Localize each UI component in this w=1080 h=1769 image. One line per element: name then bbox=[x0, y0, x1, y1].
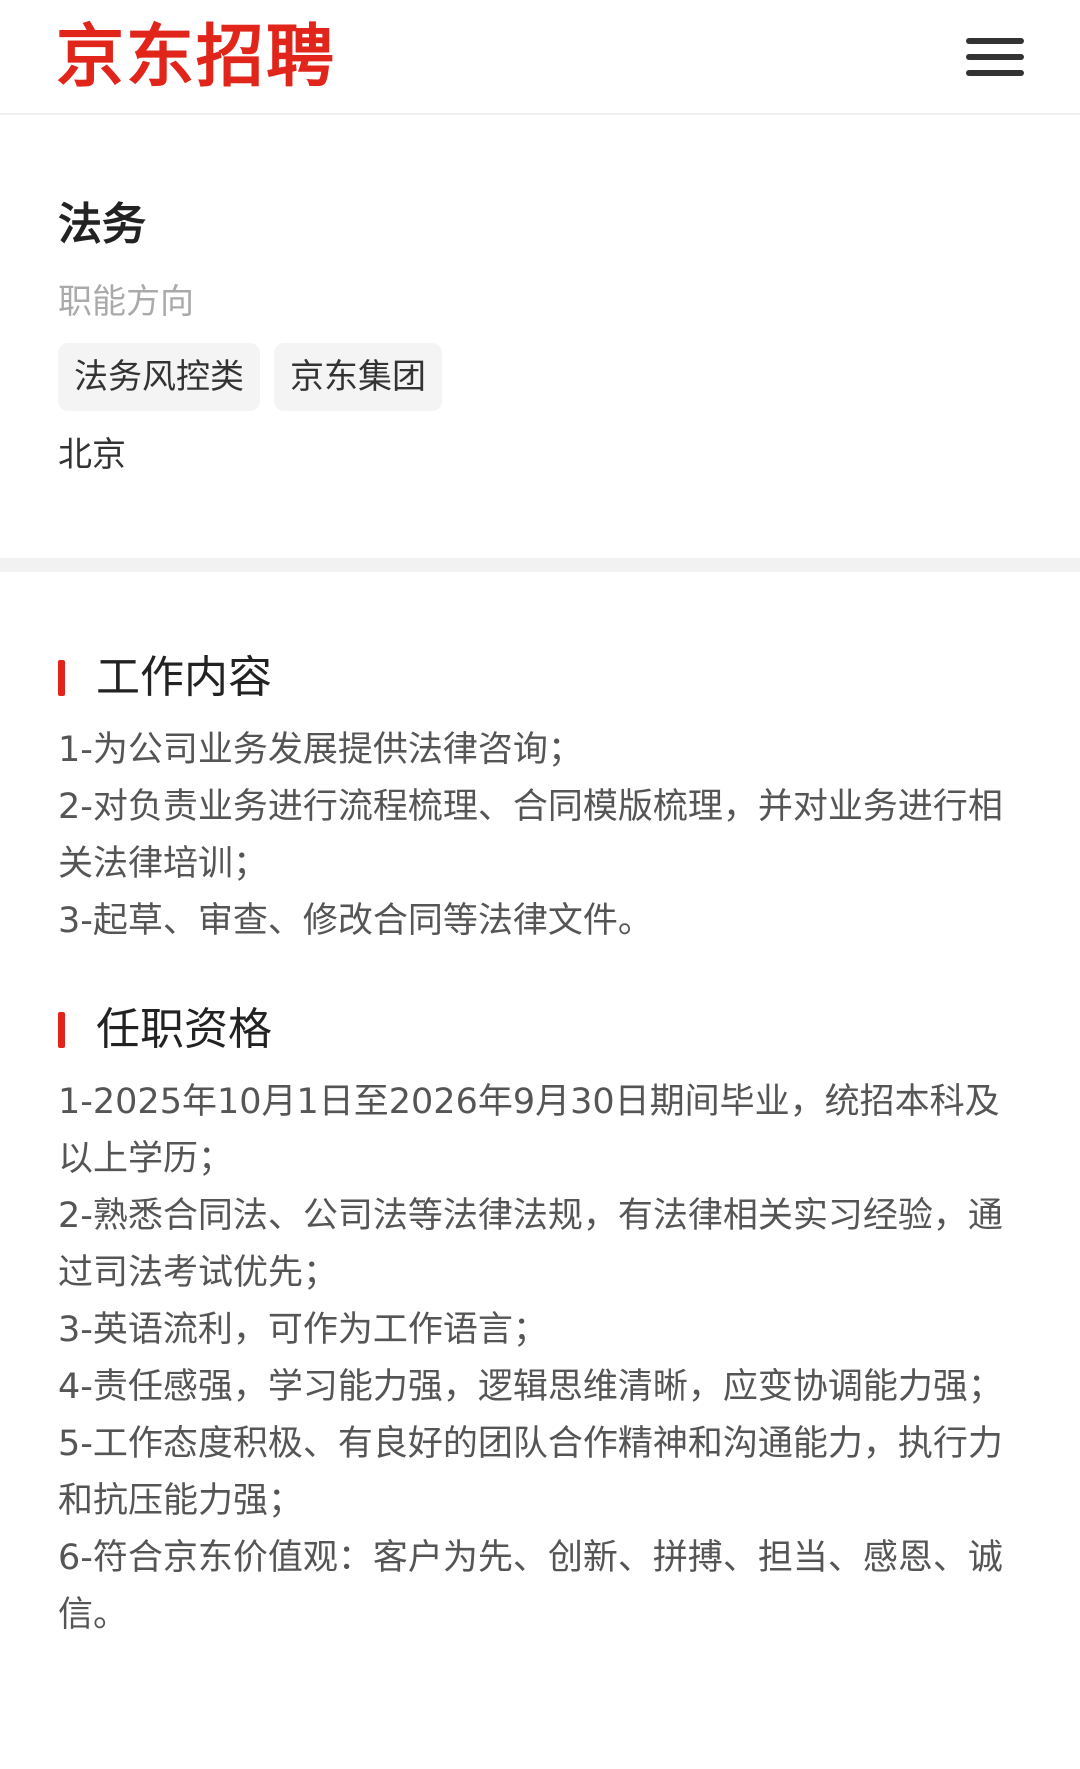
list-item: 1-2025年10月1日至2026年9月30日期间毕业，统招本科及以上学历； bbox=[58, 1082, 1000, 1179]
job-location: 北京 bbox=[58, 435, 126, 475]
job-summary-card: 法务 职能方向 法务风控类 京东集团 北京 bbox=[0, 115, 1080, 558]
job-title: 法务 bbox=[58, 199, 146, 250]
list-item: 6-符合京东价值观：客户为先、创新、拼搏、担当、感恩、诚信。 bbox=[58, 1538, 1003, 1635]
list-item: 4-责任感强，学习能力强，逻辑思维清晰，应变协调能力强； bbox=[58, 1367, 1003, 1407]
requirements-list: 1-2025年10月1日至2026年9月30日期间毕业，统招本科及以上学历； 2… bbox=[58, 1074, 1008, 1644]
menu-line bbox=[966, 70, 1024, 76]
top-header: 京东招聘 bbox=[0, 0, 1080, 115]
list-item: 3-英语流利，可作为工作语言； bbox=[58, 1310, 548, 1350]
job-function-label: 职能方向 bbox=[58, 282, 194, 322]
list-item: 2-熟悉合同法、公司法等法律法规，有法律相关实习经验，通过司法考试优先； bbox=[58, 1196, 1003, 1293]
jd-recruitment-logo[interactable]: 京东招聘 bbox=[56, 18, 336, 98]
job-tags: 法务风控类 京东集团 bbox=[58, 343, 442, 411]
hamburger-menu-icon[interactable] bbox=[966, 34, 1024, 80]
section-title: 任职资格 bbox=[96, 1004, 272, 1055]
section-accent-bar bbox=[58, 660, 65, 696]
tag-company: 京东集团 bbox=[274, 343, 442, 411]
list-item: 5-工作态度积极、有良好的团队合作精神和沟通能力，执行力和抗压能力强； bbox=[58, 1424, 1003, 1521]
section-accent-bar bbox=[58, 1012, 65, 1048]
menu-line bbox=[966, 54, 1024, 60]
list-item: 3-起草、审查、修改合同等法律文件。 bbox=[58, 901, 653, 941]
responsibilities-list: 1-为公司业务发展提供法律咨询； 2-对负责业务进行流程梳理、合同模版梳理，并对… bbox=[58, 722, 1008, 950]
list-item: 2-对负责业务进行流程梳理、合同模版梳理，并对业务进行相关法律培训； bbox=[58, 787, 1003, 884]
tag-category: 法务风控类 bbox=[58, 343, 260, 411]
section-title: 工作内容 bbox=[96, 652, 272, 703]
section-divider bbox=[0, 558, 1080, 572]
menu-line bbox=[966, 38, 1024, 44]
list-item: 1-为公司业务发展提供法律咨询； bbox=[58, 730, 583, 770]
